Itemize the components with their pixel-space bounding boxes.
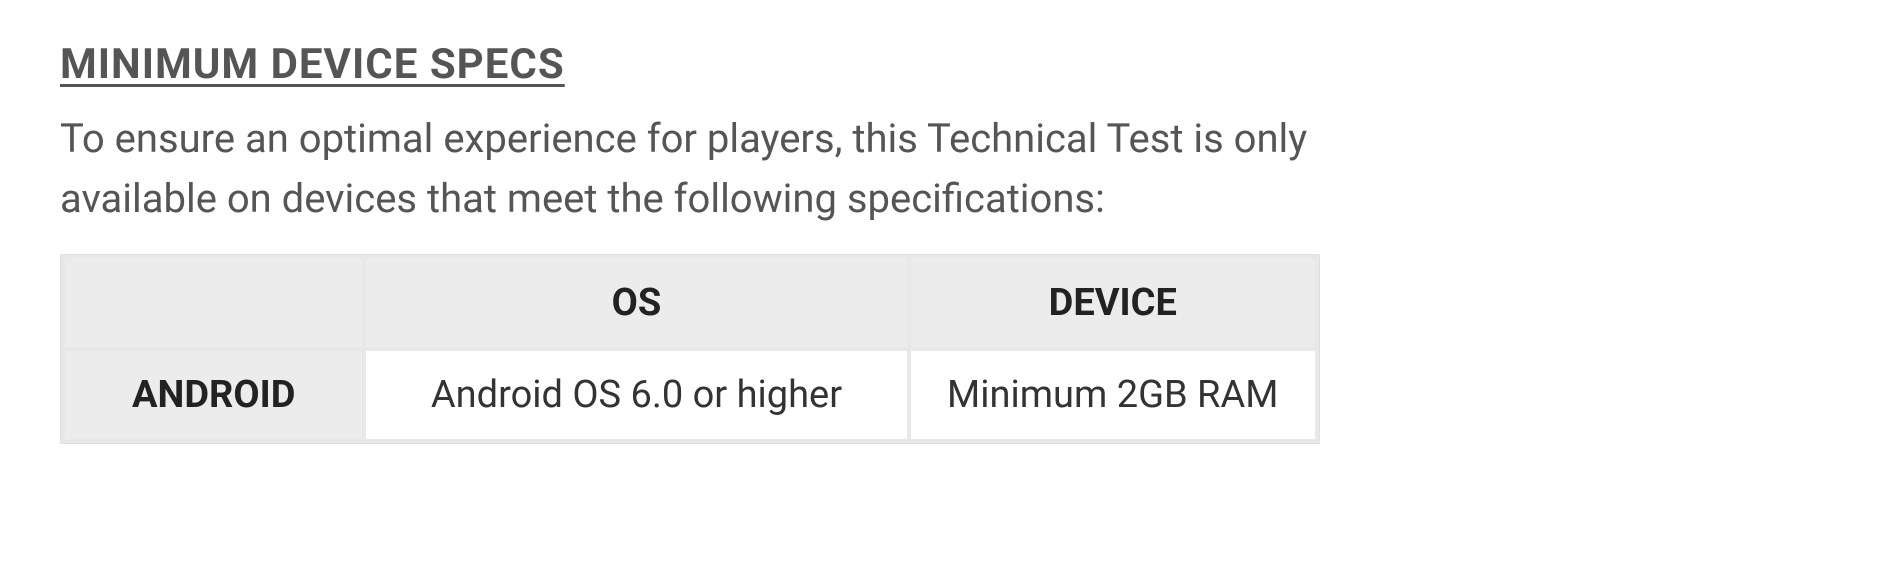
section-title: MINIMUM DEVICE SPECS	[60, 40, 1837, 89]
specs-table: OS DEVICE ANDROID Android OS 6.0 or high…	[60, 254, 1320, 444]
table-cell-os: Android OS 6.0 or higher	[366, 351, 906, 439]
table-header-device: DEVICE	[911, 259, 1316, 347]
table-header-row: OS DEVICE	[65, 259, 1315, 347]
table-row: ANDROID Android OS 6.0 or higher Minimum…	[65, 351, 1315, 439]
table-header-empty	[65, 259, 362, 347]
table-header-os: OS	[366, 259, 906, 347]
section-description: To ensure an optimal experience for play…	[60, 109, 1460, 229]
table-cell-platform: ANDROID	[65, 351, 362, 439]
table-cell-device: Minimum 2GB RAM	[911, 351, 1316, 439]
